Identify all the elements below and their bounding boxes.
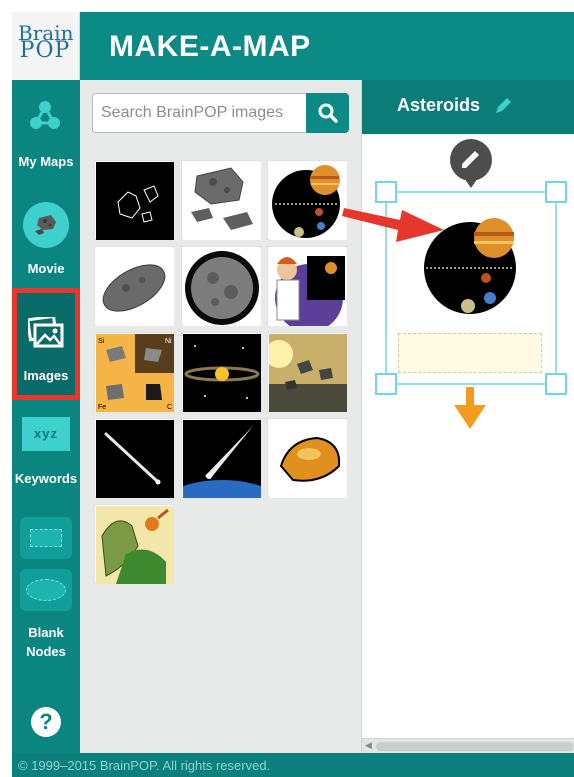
blank-nodes-label-line-2: Nodes: [26, 644, 66, 659]
rectangle-node-icon[interactable]: [20, 517, 72, 559]
help-icon[interactable]: ?: [31, 707, 61, 737]
sidebar-item-label: Keywords: [14, 471, 78, 486]
mineral-label-c: C: [167, 404, 172, 411]
rectangle-node-shape: [30, 529, 62, 547]
oval-node-icon[interactable]: [20, 569, 72, 611]
solar-system-image[interactable]: [267, 160, 347, 240]
sidebar-item-label: Movie: [27, 261, 65, 276]
map-title-bar: Asteroids: [362, 80, 574, 134]
make-a-map-app: Brain POP MAKE-A-MAP My Maps Movie Image…: [12, 12, 574, 777]
search-icon: [318, 103, 338, 123]
asteroid-field-image[interactable]: [267, 332, 347, 412]
meteor-streak-image[interactable]: [94, 418, 174, 498]
cratered-moon-image[interactable]: [181, 246, 261, 326]
blank-nodes-label-line-1: Blank: [28, 625, 64, 640]
footer: © 1999–2015 BrainPOP. All rights reserve…: [12, 753, 574, 777]
down-arrow-icon[interactable]: [450, 385, 490, 435]
brainpop-logo[interactable]: Brain POP: [12, 12, 80, 80]
network-icon: [30, 101, 60, 129]
keywords-icon: xyz: [22, 417, 70, 451]
comet-over-earth-image[interactable]: [181, 418, 261, 498]
dinosaur-meteor-image[interactable]: [94, 504, 174, 584]
logo-line-2: POP: [19, 38, 71, 63]
node-caption-box[interactable]: [398, 333, 542, 373]
asteroid-belt-image[interactable]: [181, 332, 261, 412]
scroll-left-arrow-icon[interactable]: ◀: [365, 740, 372, 751]
app-header: Brain POP MAKE-A-MAP: [12, 12, 574, 80]
asteroid-icon: [23, 202, 69, 248]
mineral-label-si: Si: [98, 338, 105, 345]
pencil-icon[interactable]: [495, 96, 513, 114]
scientist-telescope-image[interactable]: [267, 246, 347, 326]
scrollbar-thumb[interactable]: [376, 742, 574, 751]
mineral-label-fe: Fe: [98, 404, 106, 411]
gray-asteroids-image[interactable]: [181, 160, 261, 240]
map-title[interactable]: Asteroids: [397, 95, 480, 116]
copyright-text: © 1999–2015 BrainPOP. All rights reserve…: [18, 758, 271, 773]
app-title: MAKE-A-MAP: [109, 30, 311, 63]
minerals-chart-image[interactable]: Si Ni Fe C: [94, 332, 174, 412]
sidebar-item-label: Images: [23, 368, 69, 383]
sidebar-item-images[interactable]: Images: [12, 288, 80, 400]
sidebar-item-my-maps[interactable]: My Maps: [12, 80, 80, 185]
search-input[interactable]: [92, 93, 307, 133]
oval-node-shape: [26, 579, 66, 601]
sidebar-item-label: My Maps: [18, 154, 74, 169]
mineral-label-ni: Ni: [165, 338, 172, 345]
sidebar: My Maps Movie Images xyz Keywords Blank …: [12, 80, 80, 753]
orange-asteroid-image[interactable]: [267, 418, 347, 498]
logo-text: Brain POP: [18, 23, 73, 63]
red-annotation-arrow-icon: [342, 208, 444, 242]
map-canvas: Asteroids ◀: [362, 80, 574, 753]
image-search-panel: Si Ni Fe C: [80, 80, 362, 753]
asteroid-outlines-image[interactable]: [94, 160, 174, 240]
images-icon: [28, 317, 64, 348]
search-button[interactable]: [306, 93, 349, 133]
single-asteroid-image[interactable]: [94, 246, 174, 326]
horizontal-scrollbar[interactable]: ◀: [362, 738, 574, 753]
